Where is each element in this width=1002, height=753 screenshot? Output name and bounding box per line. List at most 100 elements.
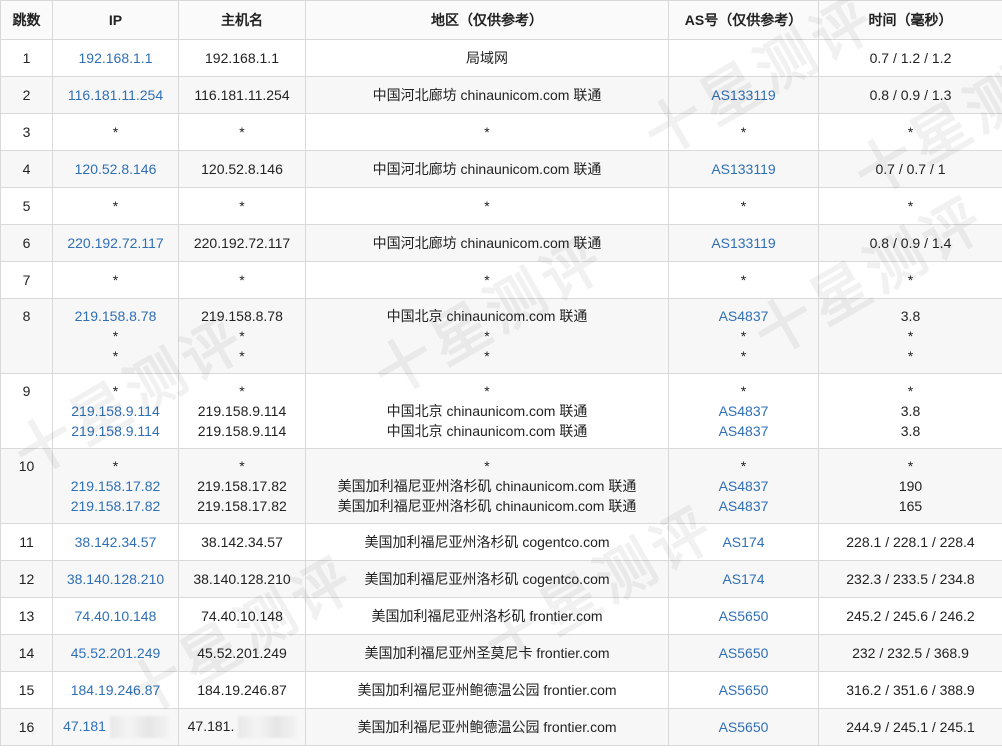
as-link[interactable]: AS5650 <box>719 608 769 624</box>
hop-cell: 6 <box>0 224 53 262</box>
table-row: 16 47.181 47.181. 美国加利福尼亚州鲍德温公园 frontier.co… <box>0 708 1002 746</box>
as-text: * <box>740 272 747 288</box>
as-cell: * AS4837 AS4837 <box>668 448 819 524</box>
host-text: 219.158.17.82 <box>197 498 287 514</box>
host-text: 220.192.72.117 <box>193 235 291 251</box>
hop-cell: 8 <box>0 298 53 374</box>
ip-text: * <box>112 458 119 474</box>
region-text: 中国北京 chinaunicom.com 联通 <box>386 308 588 324</box>
table-row: 6 220.192.72.117 220.192.72.117 中国河北廊坊 chin… <box>0 224 1002 262</box>
ip-link[interactable]: 219.158.17.82 <box>71 498 161 514</box>
table-row: 14 45.52.201.249 45.52.201.249 美国加利福尼亚州圣莫尼卡… <box>0 634 1002 672</box>
hop-cell: 9 <box>0 373 53 449</box>
as-link[interactable]: AS5650 <box>719 645 769 661</box>
hostname-cell: * <box>178 187 306 225</box>
host-text: 219.158.9.114 <box>197 403 287 419</box>
as-link[interactable]: AS133119 <box>711 235 775 251</box>
region-cell: 美国加利福尼亚州洛杉矶 cogentco.com <box>305 523 669 561</box>
hop-number: 9 <box>22 383 31 399</box>
region-cell: * 中国北京 chinaunicom.com 联通 中国北京 chinaunicom… <box>305 373 669 449</box>
time-text: 232 / 232.5 / 368.9 <box>852 645 969 661</box>
as-link[interactable]: AS4837 <box>719 403 769 419</box>
time-text: 3.8 <box>900 403 921 419</box>
hostname-cell: 220.192.72.117 <box>178 224 306 262</box>
hostname-cell: * 219.158.9.114 219.158.9.114 <box>178 373 306 449</box>
as-link[interactable]: AS4837 <box>719 423 769 439</box>
ip-link[interactable]: 38.140.128.210 <box>67 571 164 587</box>
as-cell: AS5650 <box>668 671 819 709</box>
as-link[interactable]: AS4837 <box>719 498 769 514</box>
time-text: * <box>907 383 914 399</box>
as-text: * <box>740 348 747 364</box>
as-cell: * <box>668 187 819 225</box>
ip-link[interactable]: 192.168.1.1 <box>79 50 153 66</box>
as-text: * <box>740 124 747 140</box>
ip-link[interactable]: 220.192.72.117 <box>67 235 163 251</box>
ip-link[interactable]: 184.19.246.87 <box>71 682 161 698</box>
ip-link[interactable]: 45.52.201.249 <box>71 645 161 661</box>
region-text: 美国加利福尼亚州圣莫尼卡 frontier.com <box>364 645 610 661</box>
ip-link[interactable]: 219.158.17.82 <box>71 478 161 494</box>
hop-number: 14 <box>18 645 35 661</box>
time-text: 0.8 / 0.9 / 1.3 <box>869 87 952 103</box>
time-text: * <box>907 272 914 288</box>
time-text: * <box>907 348 914 364</box>
ip-link[interactable]: 74.40.10.148 <box>75 608 157 624</box>
ip-cell: 38.142.34.57 <box>52 523 179 561</box>
region-text: * <box>484 198 490 214</box>
ip-link[interactable]: 219.158.9.114 <box>71 403 160 419</box>
host-text: * <box>239 124 245 140</box>
as-link[interactable]: AS133119 <box>711 87 775 103</box>
hop-cell: 12 <box>0 560 53 598</box>
redacted-blur <box>109 716 168 739</box>
ip-link[interactable]: 219.158.8.78 <box>75 308 157 324</box>
hop-cell: 14 <box>0 634 53 672</box>
as-link[interactable]: AS4837 <box>719 308 769 324</box>
as-link[interactable]: AS4837 <box>719 478 769 494</box>
hop-number: 10 <box>18 458 35 474</box>
as-cell: AS133119 <box>668 76 819 114</box>
time-text: 0.7 / 0.7 / 1 <box>875 161 946 177</box>
table-row: 7 * * * * * <box>0 261 1002 299</box>
time-cell: 3.8 * * <box>818 298 1002 374</box>
header-as: AS号（仅供参考） <box>668 0 819 40</box>
as-link[interactable]: AS174 <box>722 571 764 587</box>
hop-cell: 1 <box>0 39 53 77</box>
as-cell: AS133119 <box>668 224 819 262</box>
region-text: * <box>484 458 490 474</box>
ip-link[interactable]: 116.181.11.254 <box>68 87 163 103</box>
region-text: 美国加利福尼亚州洛杉矶 chinaunicom.com 联通 <box>337 498 637 514</box>
as-cell: AS4837 * * <box>668 298 819 374</box>
hop-number: 11 <box>19 534 34 550</box>
host-text: 120.52.8.146 <box>201 161 283 177</box>
ip-cell: 45.52.201.249 <box>52 634 179 672</box>
host-text: 116.181.11.254 <box>194 87 290 103</box>
region-text: * <box>484 348 490 364</box>
as-link[interactable]: AS133119 <box>711 161 775 177</box>
time-cell: 0.7 / 0.7 / 1 <box>818 150 1002 188</box>
host-text: 219.158.17.82 <box>197 478 287 494</box>
ip-link[interactable]: 38.142.34.57 <box>75 534 157 550</box>
region-cell: 美国加利福尼亚州洛杉矶 frontier.com <box>305 597 669 635</box>
host-text: * <box>239 198 245 214</box>
table-row: 3 * * * * * <box>0 113 1002 151</box>
table-row: 5 * * * * * <box>0 187 1002 225</box>
region-text: 中国北京 chinaunicom.com 联通 <box>386 423 588 439</box>
ip-link[interactable]: 47.181 <box>63 718 106 734</box>
table-row: 13 74.40.10.148 74.40.10.148 美国加利福尼亚州洛杉矶 fr… <box>0 597 1002 635</box>
ip-cell: 74.40.10.148 <box>52 597 179 635</box>
as-cell: AS5650 <box>668 708 819 746</box>
as-link[interactable]: AS5650 <box>719 682 769 698</box>
ip-link[interactable]: 219.158.9.114 <box>71 423 160 439</box>
region-text: * <box>484 124 490 140</box>
header-time: 时间（毫秒） <box>818 0 1002 40</box>
time-cell: 232 / 232.5 / 368.9 <box>818 634 1002 672</box>
time-cell: * <box>818 261 1002 299</box>
ip-link[interactable]: 120.52.8.146 <box>75 161 157 177</box>
as-link[interactable]: AS174 <box>722 534 764 550</box>
ip-text: * <box>112 124 119 140</box>
header-hop: 跳数 <box>0 0 53 40</box>
table-row: 11 38.142.34.57 38.142.34.57 美国加利福尼亚州洛杉矶 co… <box>0 523 1002 561</box>
as-link[interactable]: AS5650 <box>719 719 769 735</box>
time-cell: 0.7 / 1.2 / 1.2 <box>818 39 1002 77</box>
